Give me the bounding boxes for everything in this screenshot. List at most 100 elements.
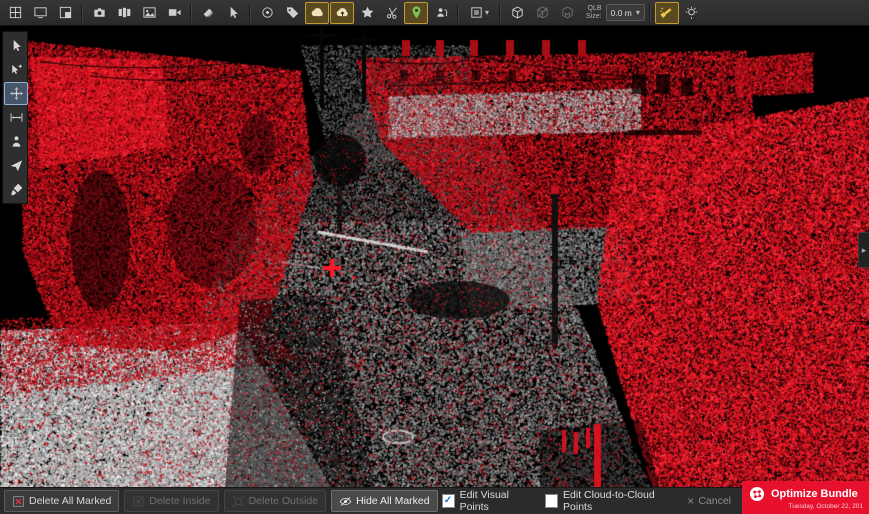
optimize-bundle-button[interactable]: Optimize Bundle Tuesday, October 22, 201 <box>742 481 869 514</box>
image-button[interactable] <box>137 2 161 24</box>
pin-button[interactable] <box>404 2 428 24</box>
display-button[interactable] <box>28 2 52 24</box>
toolbar-separator <box>81 4 83 22</box>
cube-button[interactable] <box>505 2 529 24</box>
checkbox-group: ✓ Edit Visual Points Edit Cloud-to-Cloud P… <box>442 489 677 513</box>
checkbox-label: Edit Cloud-to-Cloud Points <box>563 489 676 513</box>
cube-off-icon <box>535 5 550 20</box>
pan-tool[interactable] <box>4 82 28 105</box>
toolbar-group <box>87 2 186 24</box>
cloud-upload-button[interactable] <box>330 2 354 24</box>
button-label: Delete Outside <box>249 495 318 507</box>
checkbox-checked-icon: ✓ <box>442 494 455 508</box>
toolbar-group <box>404 2 453 24</box>
qlb-size-label: QLBSize: <box>586 5 602 20</box>
checkbox-unchecked-icon <box>545 494 558 508</box>
screen-icon <box>33 5 48 20</box>
cloud-icon <box>310 5 325 20</box>
select-plus-icon <box>9 62 24 77</box>
brush-icon <box>9 182 24 197</box>
move-icon <box>9 86 24 101</box>
panorama-button[interactable] <box>112 2 136 24</box>
pick-button[interactable] <box>221 2 245 24</box>
toolbar-group <box>3 2 77 24</box>
delete-marked-icon <box>12 495 25 508</box>
eraser-button[interactable] <box>196 2 220 24</box>
left-toolbar <box>2 31 28 204</box>
edit-visual-points-checkbox[interactable]: ✓ Edit Visual Points <box>442 489 534 513</box>
checkbox-label: Edit Visual Points <box>460 489 534 513</box>
optimize-bundle-icon <box>749 486 765 502</box>
person-view-tool[interactable] <box>4 130 28 153</box>
toolbar-separator <box>499 4 501 22</box>
preview-icon <box>58 5 73 20</box>
cancel-label: Cancel <box>698 495 731 507</box>
flashlight-button[interactable] <box>655 2 679 24</box>
pin-icon <box>409 5 424 20</box>
paint-select-tool[interactable] <box>4 178 28 201</box>
delete-inside-icon <box>132 495 145 508</box>
cursor-icon <box>226 5 241 20</box>
person-icon <box>9 134 24 149</box>
point-cloud-viewport[interactable] <box>0 26 869 487</box>
hide-all-marked-button[interactable]: Hide All Marked <box>331 490 438 512</box>
qlb-size-select[interactable]: 0.0 m ▾ <box>606 4 645 21</box>
button-label: Delete Inside <box>149 495 210 507</box>
hide-marked-icon <box>339 495 352 508</box>
toolbar-group: ▾ <box>463 2 495 24</box>
navigate-tool[interactable] <box>4 154 28 177</box>
flashlight-icon <box>659 5 674 20</box>
target-button[interactable] <box>255 2 279 24</box>
toolbar-group <box>196 2 245 24</box>
bottom-buttons: Delete All Marked Delete Inside Delete Out… <box>4 490 442 512</box>
chevron-right-icon: ▸ <box>862 245 867 256</box>
video-button[interactable] <box>162 2 186 24</box>
cut-icon <box>385 5 400 20</box>
user-rotate-button[interactable] <box>429 2 453 24</box>
cube-off-button <box>530 2 554 24</box>
target-icon <box>260 5 275 20</box>
tag-button[interactable] <box>280 2 304 24</box>
delete-all-marked-button[interactable]: Delete All Marked <box>4 490 119 512</box>
camera-icon <box>92 5 107 20</box>
image-icon <box>142 5 157 20</box>
panorama-icon <box>117 5 132 20</box>
qlb-size-value: 0.0 m <box>611 8 632 18</box>
light-button[interactable] <box>680 2 704 24</box>
preview-button[interactable] <box>53 2 77 24</box>
grid-icon <box>8 5 23 20</box>
optimize-bundle-label: Optimize Bundle <box>771 488 858 500</box>
button-label: Delete All Marked <box>29 495 111 507</box>
application-window: ▾QLBSize:0.0 m▾ ▸ Delete All MarkedDelet… <box>0 0 869 514</box>
select-tool[interactable] <box>4 34 28 57</box>
toolbar-group <box>255 2 404 24</box>
top-toolbar: ▾ QLBSize: 0.0 m ▾ <box>0 0 869 26</box>
toolbar-separator <box>190 4 192 22</box>
camera-button[interactable] <box>87 2 111 24</box>
select-plus-tool[interactable] <box>4 58 28 81</box>
cube-icon <box>510 5 525 20</box>
project-grid-button[interactable] <box>3 2 27 24</box>
edit-cloud-to-cloud-checkbox[interactable]: Edit Cloud-to-Cloud Points <box>545 489 676 513</box>
light-icon <box>684 5 699 20</box>
view-mode-dropdown[interactable]: ▾ <box>463 2 495 24</box>
star-icon <box>360 5 375 20</box>
star-button[interactable] <box>355 2 379 24</box>
bottom-bar: Delete All Marked Delete Inside Delete Out… <box>0 487 869 514</box>
measure-tool[interactable] <box>4 106 28 129</box>
right-panel-expander[interactable]: ▸ <box>858 232 869 268</box>
delete-outside-button: Delete Outside <box>224 490 326 512</box>
cut-button[interactable] <box>380 2 404 24</box>
point-cloud-button[interactable] <box>305 2 329 24</box>
toolbar-separator <box>649 4 651 22</box>
cancel-button: × Cancel <box>687 495 731 507</box>
chevron-down-icon: ▾ <box>485 8 489 17</box>
toolbar-separator <box>249 4 251 22</box>
toolbar-separator <box>457 4 459 22</box>
tag-icon <box>285 5 300 20</box>
dart-icon <box>9 158 24 173</box>
toolbar-group <box>655 2 704 24</box>
cube-m-button <box>555 2 579 24</box>
chevron-down-icon: ▾ <box>636 8 640 17</box>
eraser-icon <box>201 5 216 20</box>
